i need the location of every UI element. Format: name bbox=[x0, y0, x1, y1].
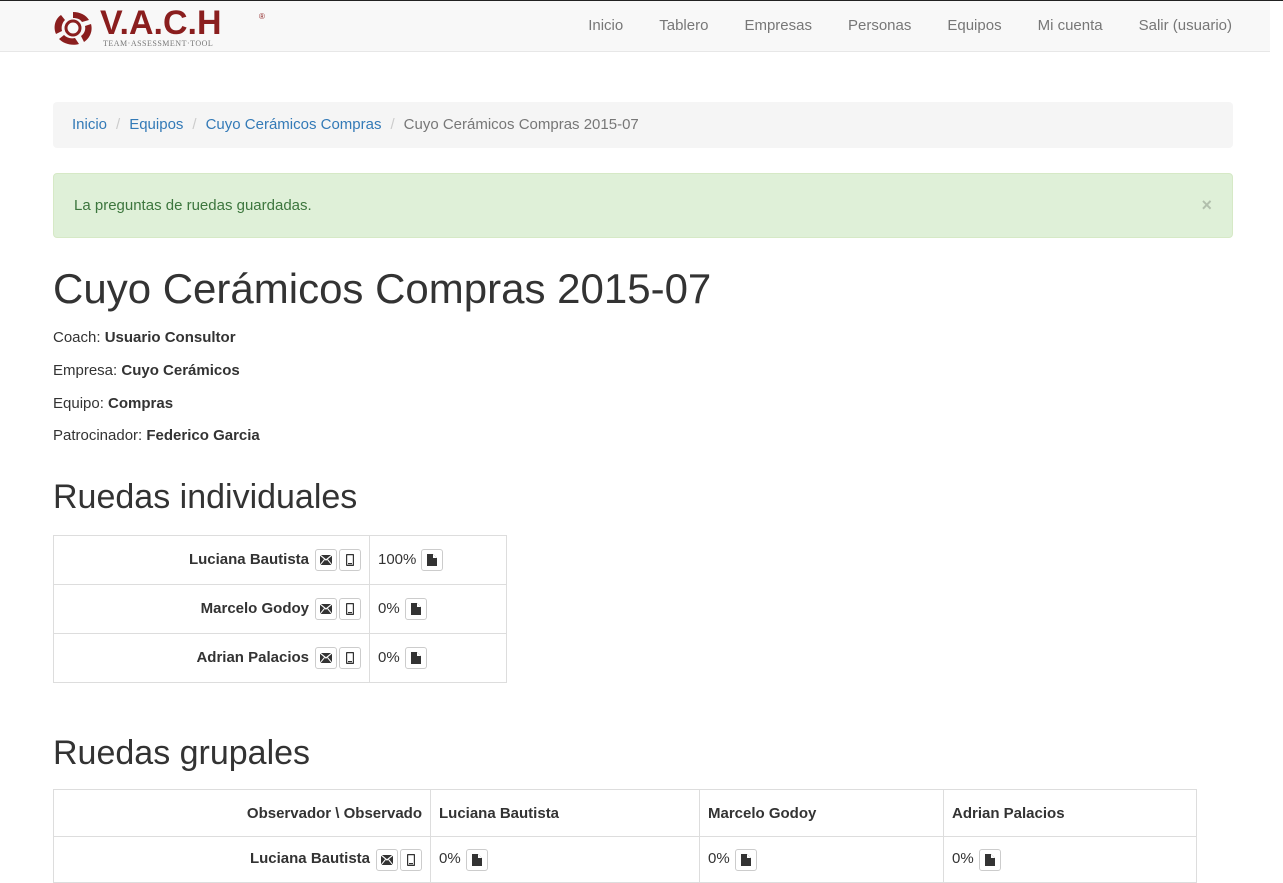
breadcrumb-separator: / bbox=[390, 116, 395, 133]
column-header: Luciana Bautista bbox=[430, 789, 700, 837]
progress-value: 0% bbox=[378, 599, 400, 617]
progress-cell: 0% bbox=[369, 584, 507, 634]
document-icon[interactable] bbox=[404, 647, 427, 669]
column-header: Adrian Palacios bbox=[943, 789, 1197, 837]
success-alert: La preguntas de ruedas guardadas. × bbox=[53, 173, 1233, 238]
main-nav: Inicio Tablero Empresas Personas Equipos… bbox=[570, 1, 1238, 51]
breadcrumb: Inicio / Equipos / Cuyo Cerámicos Compras / Cu… bbox=[53, 102, 1233, 148]
breadcrumb-equipos[interactable]: Equipos bbox=[129, 116, 183, 133]
table-row: Marcelo Godoy 0% bbox=[53, 584, 507, 634]
equipo-line: Equipo: Compras bbox=[53, 395, 173, 412]
progress-value: 0% bbox=[439, 850, 461, 868]
empresa-line: Empresa: Cuyo Cerámicos bbox=[53, 362, 240, 379]
top-navbar: V.A.C.H ® TEAM·ASSESSMENT·TOOL Inicio Ta… bbox=[0, 1, 1270, 52]
progress-cell: 0% bbox=[369, 633, 507, 683]
document-icon[interactable] bbox=[734, 848, 757, 871]
table-header-row: Observador \ Observado Luciana Bautista … bbox=[53, 789, 1197, 837]
breadcrumb-separator: / bbox=[192, 116, 197, 133]
envelope-icon[interactable] bbox=[315, 647, 337, 669]
group-section-title: Ruedas grupales bbox=[53, 734, 311, 772]
envelope-icon[interactable] bbox=[315, 598, 337, 620]
progress-cell: 100% bbox=[369, 535, 507, 585]
nav-inicio[interactable]: Inicio bbox=[570, 1, 641, 51]
nav-tablero[interactable]: Tablero bbox=[641, 1, 726, 51]
mobile-phone-icon[interactable] bbox=[400, 848, 422, 871]
document-icon[interactable] bbox=[978, 848, 1001, 871]
group-table: Observador \ Observado Luciana Bautista … bbox=[53, 789, 1197, 883]
logo-icon bbox=[54, 12, 92, 45]
observer-name: Luciana Bautista bbox=[249, 850, 370, 868]
progress-cell: 0% bbox=[430, 836, 700, 883]
mobile-phone-icon[interactable] bbox=[339, 647, 361, 669]
page-title: Cuyo Cerámicos Compras 2015-07 bbox=[53, 265, 712, 312]
table-row: Luciana Bautista 0% 0% 0% bbox=[53, 836, 1197, 883]
equipo-label: Equipo: bbox=[53, 395, 104, 412]
nav-equipos[interactable]: Equipos bbox=[929, 1, 1019, 51]
progress-cell: 0% bbox=[943, 836, 1197, 883]
document-icon[interactable] bbox=[465, 848, 488, 871]
empresa-label: Empresa: bbox=[53, 362, 118, 379]
alert-close-button[interactable]: × bbox=[1201, 174, 1212, 237]
coach-value: Usuario Consultor bbox=[104, 329, 236, 346]
person-name: Marcelo Godoy bbox=[200, 599, 309, 617]
breadcrumb-current: Cuyo Cerámicos Compras 2015-07 bbox=[403, 116, 639, 133]
individual-table: Luciana Bautista 100% Marcelo Godoy 0% A… bbox=[53, 535, 507, 683]
document-icon[interactable] bbox=[404, 598, 427, 620]
brand-logo[interactable]: V.A.C.H ® TEAM·ASSESSMENT·TOOL bbox=[53, 4, 265, 48]
nav-empresas[interactable]: Empresas bbox=[726, 1, 830, 51]
nav-personas[interactable]: Personas bbox=[830, 1, 929, 51]
breadcrumb-inicio[interactable]: Inicio bbox=[72, 116, 107, 133]
brand-name: V.A.C.H bbox=[100, 4, 222, 42]
nav-salir[interactable]: Salir (usuario) bbox=[1121, 1, 1238, 51]
person-name: Luciana Bautista bbox=[188, 550, 309, 568]
breadcrumb-team[interactable]: Cuyo Cerámicos Compras bbox=[206, 116, 382, 133]
table-row: Adrian Palacios 0% bbox=[53, 633, 507, 683]
mobile-phone-icon[interactable] bbox=[339, 549, 361, 571]
person-cell: Luciana Bautista bbox=[53, 535, 370, 585]
brand-subtitle: TEAM·ASSESSMENT·TOOL bbox=[103, 39, 214, 48]
document-icon[interactable] bbox=[421, 549, 444, 571]
coach-line: Coach: Usuario Consultor bbox=[53, 329, 236, 346]
patrocinador-label: Patrocinador: bbox=[53, 427, 143, 444]
envelope-icon[interactable] bbox=[376, 848, 398, 871]
progress-value: 0% bbox=[708, 850, 730, 868]
envelope-icon[interactable] bbox=[315, 549, 337, 571]
progress-cell: 0% bbox=[699, 836, 944, 883]
coach-label: Coach: bbox=[53, 329, 101, 346]
observer-cell: Luciana Bautista bbox=[53, 836, 431, 883]
person-name: Adrian Palacios bbox=[196, 648, 309, 666]
progress-value: 0% bbox=[952, 850, 974, 868]
progress-value: 100% bbox=[378, 550, 417, 568]
breadcrumb-separator: / bbox=[116, 116, 121, 133]
patrocinador-value: Federico Garcia bbox=[146, 427, 260, 444]
individual-section-title: Ruedas individuales bbox=[53, 478, 358, 516]
person-cell: Adrian Palacios bbox=[53, 633, 370, 683]
patrocinador-line: Patrocinador: Federico Garcia bbox=[53, 427, 260, 444]
person-cell: Marcelo Godoy bbox=[53, 584, 370, 634]
column-header: Marcelo Godoy bbox=[699, 789, 944, 837]
progress-value: 0% bbox=[378, 648, 400, 666]
column-header: Observador \ Observado bbox=[53, 789, 431, 837]
alert-message: La preguntas de ruedas guardadas. bbox=[74, 197, 312, 214]
table-row: Luciana Bautista 100% bbox=[53, 535, 507, 585]
empresa-value: Cuyo Cerámicos bbox=[121, 362, 240, 379]
registered-mark: ® bbox=[259, 12, 265, 21]
equipo-value: Compras bbox=[108, 395, 174, 412]
mobile-phone-icon[interactable] bbox=[339, 598, 361, 620]
nav-mi-cuenta[interactable]: Mi cuenta bbox=[1020, 1, 1121, 51]
